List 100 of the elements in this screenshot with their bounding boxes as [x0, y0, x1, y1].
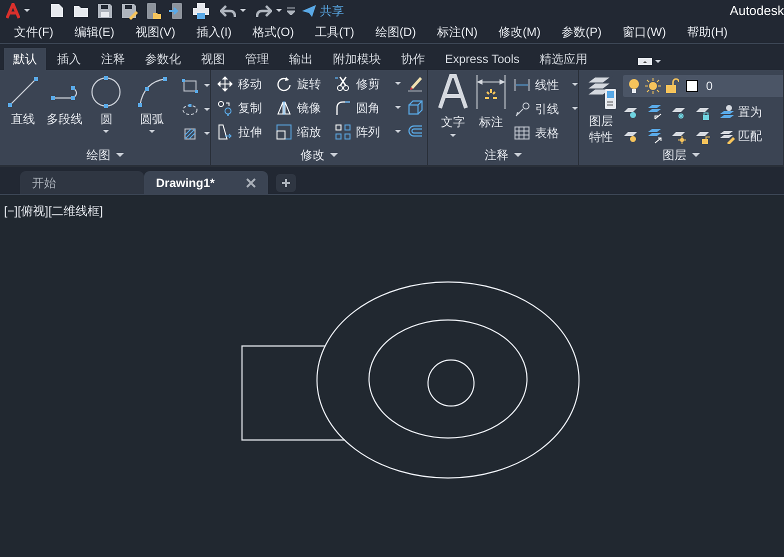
- layer-stack-icon: [719, 104, 735, 120]
- modify-tool-button[interactable]: 移动: [217, 74, 262, 93]
- modify-tool-button[interactable]: 缩放: [276, 122, 321, 141]
- menu-item[interactable]: 文件(F): [14, 23, 54, 42]
- ribbon-tab[interactable]: 输出: [280, 48, 322, 70]
- viewport-label[interactable]: [−][俯视][二维线框]: [4, 202, 104, 220]
- caret-icon: [204, 132, 210, 136]
- stretch-icon: [217, 124, 233, 140]
- ribbon-tab[interactable]: 管理: [236, 48, 278, 70]
- share-button[interactable]: 共享: [301, 2, 344, 20]
- layer-tool-button[interactable]: 匹配: [719, 126, 762, 145]
- annotation-small-button[interactable]: 引线: [514, 100, 578, 118]
- ribbon-tab[interactable]: 插入: [48, 48, 90, 70]
- ribbon-tab[interactable]: Express Tools: [436, 48, 528, 70]
- panel-title-button[interactable]: 注释: [428, 145, 578, 165]
- file-tab[interactable]: 开始: [20, 171, 144, 194]
- mirror-icon: [276, 100, 292, 116]
- circle-icon: [90, 76, 122, 108]
- draw-shape-button[interactable]: [182, 126, 210, 142]
- arc-icon: [136, 76, 168, 108]
- modify-tool-button[interactable]: 旋转: [276, 74, 321, 93]
- layer-dropdown[interactable]: 0: [623, 74, 783, 97]
- menu-item[interactable]: 绘图(D): [375, 23, 416, 42]
- draw-shape-button[interactable]: [182, 78, 210, 94]
- leader-icon: [514, 100, 530, 117]
- light-bulb-icon: [627, 78, 641, 94]
- annotation-tool-button[interactable]: 文字: [438, 74, 468, 145]
- menu-item[interactable]: 视图(V): [135, 23, 176, 42]
- panel-title-button[interactable]: 绘图: [0, 145, 210, 165]
- caret-icon[interactable]: [24, 9, 30, 12]
- layer-tool-button[interactable]: 置为: [719, 102, 762, 121]
- ribbon-tab[interactable]: 视图: [192, 48, 234, 70]
- file-tab[interactable]: Drawing1*: [144, 171, 268, 194]
- phone-folder-icon[interactable]: [144, 2, 162, 20]
- ribbon-tab[interactable]: 参数化: [136, 48, 190, 70]
- layer-arrow-icon[interactable]: [647, 104, 663, 120]
- caret-icon[interactable]: [240, 9, 246, 12]
- layer-arrow-icon[interactable]: [647, 128, 663, 144]
- ribbon-tab[interactable]: 附加模块: [324, 48, 390, 70]
- minimize-ribbon-icon: [638, 58, 652, 65]
- menu-item[interactable]: 格式(O): [252, 23, 294, 42]
- draw-tool-button[interactable]: 圆弧: [130, 76, 174, 145]
- caret-icon: [450, 134, 456, 137]
- draw-tool-button[interactable]: 多段线: [42, 76, 86, 145]
- unlocked-padlock-icon: [665, 78, 679, 94]
- modify-tool-button[interactable]: 复制: [217, 98, 262, 117]
- scissors-icon: [335, 76, 351, 92]
- menu-item[interactable]: 帮助(H): [686, 23, 728, 42]
- annotation-small-button[interactable]: 线性: [514, 76, 578, 94]
- layer-properties-button[interactable]: 图层 特性: [583, 74, 619, 145]
- modify-tool-button[interactable]: 阵列: [335, 122, 401, 141]
- ribbon-tab[interactable]: 注释: [92, 48, 134, 70]
- color-swatch-icon: [686, 80, 698, 92]
- modify-tool-button[interactable]: 圆角: [335, 98, 401, 117]
- ribbon-toggle-button[interactable]: [638, 58, 662, 65]
- save-as-icon[interactable]: [120, 2, 138, 20]
- box-icon[interactable]: [407, 98, 423, 117]
- close-icon[interactable]: [246, 178, 256, 188]
- draw-tool-button[interactable]: 直线: [5, 76, 41, 145]
- ribbon-tab[interactable]: 默认: [4, 48, 46, 70]
- caret-icon: [330, 153, 338, 157]
- table-icon: [514, 124, 530, 141]
- annotation-tool-button[interactable]: 标注: [476, 74, 506, 145]
- undo-icon[interactable]: [220, 4, 236, 18]
- caret-icon[interactable]: [276, 9, 282, 12]
- caret-icon: [204, 108, 210, 112]
- fillet-icon: [335, 100, 351, 116]
- modify-tool-button[interactable]: 拉伸: [217, 122, 262, 141]
- printer-icon[interactable]: [192, 2, 210, 20]
- new-tab-button[interactable]: [276, 174, 296, 192]
- menu-item[interactable]: 参数(P): [562, 23, 602, 42]
- new-file-icon[interactable]: [48, 2, 66, 20]
- panel-title-button[interactable]: 图层: [579, 145, 783, 165]
- annotation-small-button[interactable]: 表格: [514, 124, 578, 142]
- send-icon: [301, 4, 317, 18]
- caret-icon: [103, 130, 110, 133]
- hatch-icon: [182, 126, 198, 142]
- caret-icon: [572, 83, 578, 86]
- modify-tool-button[interactable]: 修剪: [335, 74, 401, 93]
- layer-name: 0: [706, 78, 713, 95]
- letter-a-drawing: [437, 74, 469, 110]
- menu-item[interactable]: 修改(M): [498, 23, 541, 42]
- draw-tool-button[interactable]: 圆: [88, 76, 124, 145]
- ribbon-tab[interactable]: 精选应用: [530, 48, 596, 70]
- redo-icon[interactable]: [256, 4, 272, 18]
- menu-item[interactable]: 编辑(E): [74, 23, 114, 42]
- menu-item[interactable]: 插入(I): [196, 23, 232, 42]
- menu-item[interactable]: 工具(T): [314, 23, 354, 42]
- menu-item[interactable]: 窗口(W): [622, 23, 666, 42]
- draw-shape-button[interactable]: [182, 102, 210, 118]
- caret-icon: [514, 153, 522, 157]
- save-icon[interactable]: [96, 2, 114, 20]
- caret-icon: [395, 82, 401, 86]
- move-icon: [217, 76, 233, 92]
- customize-icon[interactable]: [287, 6, 295, 15]
- ribbon-tab[interactable]: 协作: [392, 48, 434, 70]
- modify-tool-button[interactable]: 镜像: [276, 98, 321, 117]
- menu-item[interactable]: 标注(N): [436, 23, 478, 42]
- panel-title-button[interactable]: 修改: [211, 145, 427, 165]
- window-title: Autodesk: [730, 2, 784, 20]
